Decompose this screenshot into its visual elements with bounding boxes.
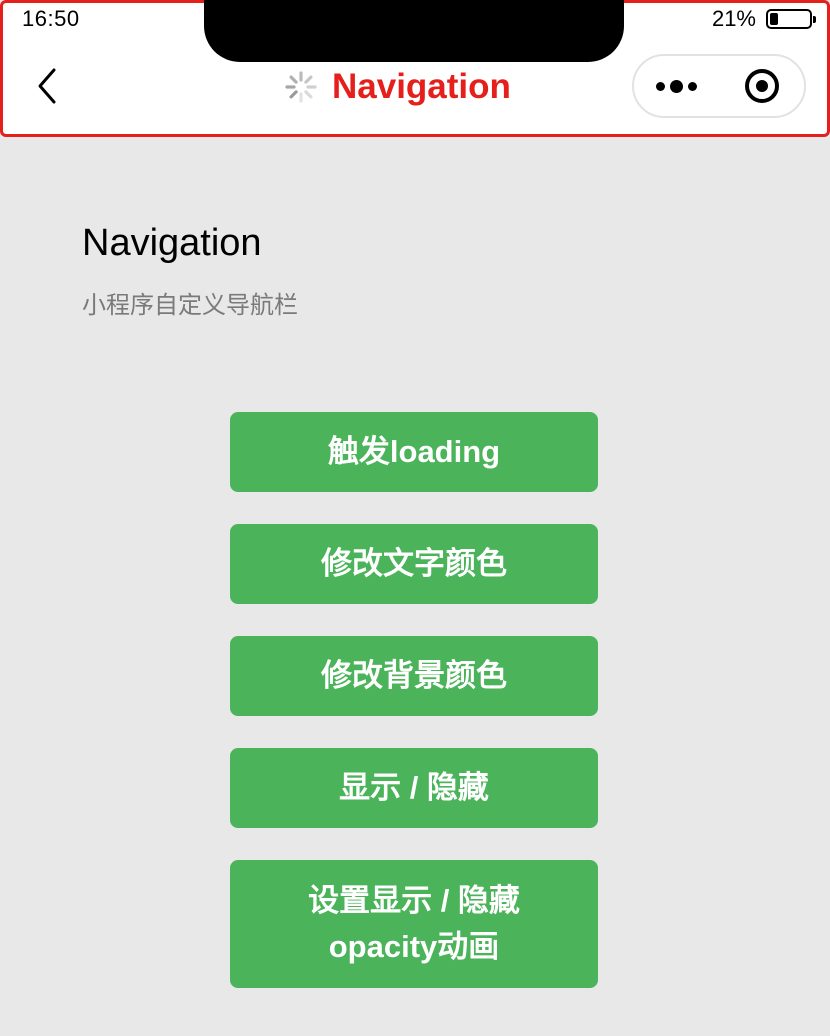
button-label: 修改背景颜色 (321, 658, 507, 693)
chevron-left-icon (38, 68, 56, 104)
close-miniprogram-button[interactable] (719, 56, 804, 116)
back-button[interactable] (30, 64, 66, 108)
button-label-line1: 设置显示 / 隐藏 (308, 883, 520, 918)
button-label: 修改文字颜色 (321, 546, 507, 581)
button-label: 触发loading (327, 434, 501, 469)
spinner-icon (285, 71, 317, 103)
change-background-color-button[interactable]: 修改背景颜色 (230, 636, 598, 716)
target-icon (744, 69, 779, 103)
trigger-loading-button[interactable]: 触发loading (230, 412, 598, 492)
more-button[interactable] (634, 56, 719, 116)
page-header: Navigation 小程序自定义导航栏 (82, 222, 298, 320)
change-text-color-button[interactable]: 修改文字颜色 (230, 524, 598, 604)
opacity-animation-button[interactable]: 设置显示 / 隐藏 opacity动画 (230, 860, 598, 988)
navbar-title: Navigation (332, 67, 511, 106)
more-dots-icon (656, 79, 697, 93)
battery-icon (766, 9, 816, 29)
menu-capsule (632, 54, 806, 118)
status-time: 16:50 (22, 6, 80, 31)
button-label: 显示 / 隐藏 (339, 770, 489, 805)
button-label-line2: opacity动画 (328, 929, 500, 964)
toggle-show-hide-button[interactable]: 显示 / 隐藏 (230, 748, 598, 828)
battery-percent: 21% (711, 6, 756, 31)
page-description: 小程序自定义导航栏 (82, 292, 298, 319)
status-battery: 21% (711, 6, 816, 32)
page-title: Navigation (82, 222, 262, 264)
device-notch (204, 0, 624, 62)
navbar-title-group: Navigation (284, 64, 511, 110)
